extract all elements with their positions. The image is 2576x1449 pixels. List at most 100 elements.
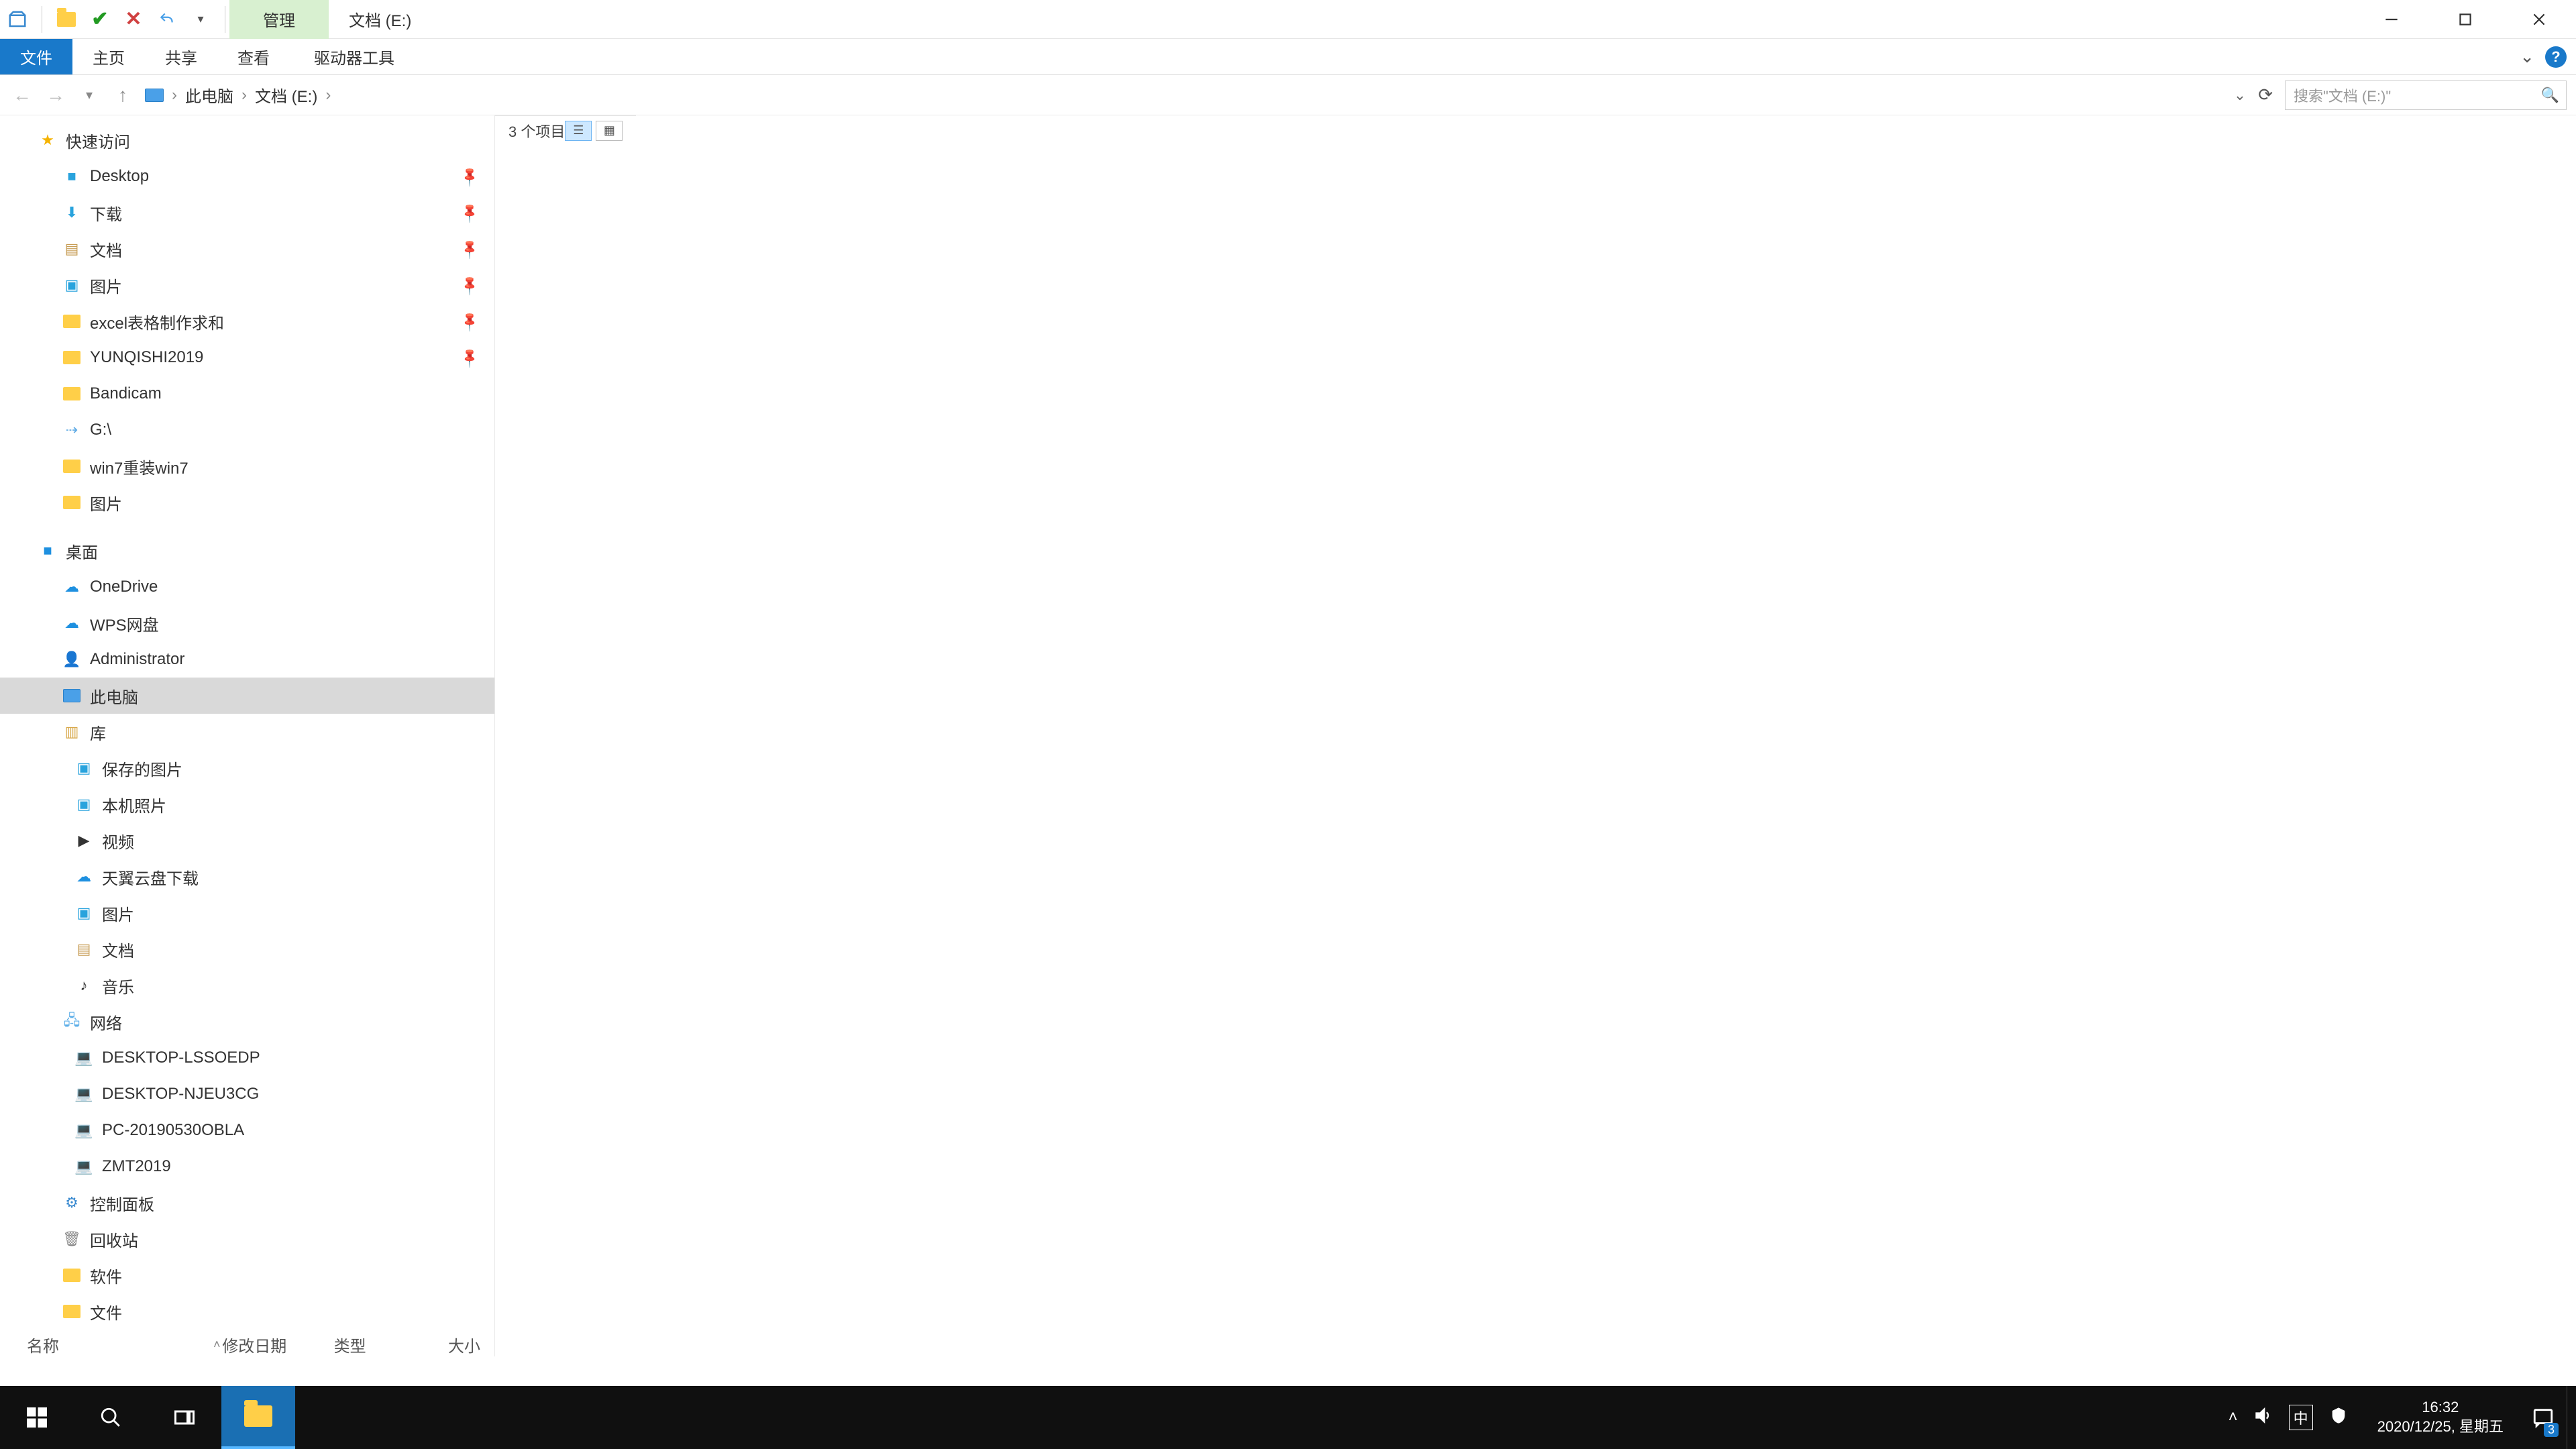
taskbar-search-button[interactable] [74, 1386, 148, 1449]
search-placeholder: 搜索"文档 (E:)" [2294, 85, 2391, 106]
nav-lib-item[interactable]: ☁天翼云盘下载 [0, 859, 494, 895]
task-view-button[interactable] [148, 1386, 221, 1449]
view-large-icons-button[interactable]: ▦ [596, 121, 623, 141]
nav-up-button[interactable]: ↑ [106, 78, 140, 112]
nav-network[interactable]: 🖧网络 [0, 1004, 494, 1040]
nav-label: ZMT2019 [102, 1157, 171, 1176]
nav-lib-item[interactable]: ▣图片 [0, 895, 494, 931]
ribbon-tab-drive-tools[interactable]: 驱动器工具 [290, 39, 419, 74]
nav-recent-item[interactable]: win7重装win7 [0, 448, 494, 484]
nav-recycle-bin[interactable]: 🗑回收站 [0, 1221, 494, 1257]
search-icon[interactable]: 🔍 [2541, 87, 2559, 104]
ribbon-tab-home[interactable]: 主页 [72, 39, 145, 74]
nav-label: 视频 [102, 829, 134, 853]
qat-delete-icon[interactable]: ✕ [120, 6, 147, 33]
nav-lib-item[interactable]: ▤文档 [0, 931, 494, 967]
nav-back-button[interactable]: ← [5, 78, 39, 112]
nav-desktop[interactable]: ■桌面 [0, 533, 494, 569]
nav-label: G:\ [90, 421, 111, 439]
action-center-button[interactable]: 3 [2520, 1386, 2567, 1449]
start-button[interactable] [0, 1386, 74, 1449]
breadcrumb-sep-icon[interactable]: › [323, 86, 333, 105]
window-title: 文档 (E:) [329, 7, 431, 31]
nav-wps[interactable]: ☁WPS网盘 [0, 605, 494, 641]
qat-properties-icon[interactable]: ✔ [87, 6, 113, 33]
nav-forward-button[interactable]: → [39, 78, 72, 112]
window-controls [2355, 0, 2576, 39]
nav-libraries[interactable]: ▥库 [0, 714, 494, 750]
nav-recent-item[interactable]: Bandicam [0, 376, 494, 412]
ribbon-tab-view[interactable]: 查看 [217, 39, 290, 74]
breadcrumb-segment[interactable]: 此电脑 [185, 83, 233, 107]
breadcrumb-segment[interactable]: 文档 (E:) [255, 83, 317, 107]
ribbon-tabs: 文件 主页 共享 查看 驱动器工具 ⌄ ? [0, 39, 2576, 75]
action-center-badge: 3 [2544, 1423, 2559, 1437]
tray-security-icon[interactable] [2329, 1406, 2348, 1430]
pin-icon: 📌 [458, 201, 482, 224]
column-header-date[interactable]: 修改日期 [222, 1333, 333, 1356]
breadcrumb-sep-icon[interactable]: › [239, 86, 250, 105]
nav-lib-item[interactable]: ▣本机照片 [0, 786, 494, 822]
ribbon-collapse-chevron-icon[interactable]: ⌄ [2520, 46, 2534, 67]
view-details-button[interactable]: ☰ [565, 121, 592, 141]
ribbon-tab-share[interactable]: 共享 [145, 39, 217, 74]
nav-quick-access[interactable]: ★快速访问 [0, 122, 494, 158]
nav-onedrive[interactable]: ☁OneDrive [0, 569, 494, 605]
minimize-button[interactable] [2355, 0, 2428, 39]
nav-lib-item[interactable]: ♪音乐 [0, 967, 494, 1004]
qat-customize-chevron-icon[interactable]: ▾ [187, 6, 214, 33]
nav-label: DESKTOP-NJEU3CG [102, 1085, 259, 1104]
nav-pinned-item[interactable]: ▣图片📌 [0, 267, 494, 303]
close-button[interactable] [2502, 0, 2576, 39]
nav-label: 图片 [102, 902, 134, 925]
nav-net-item[interactable]: 💻ZMT2019 [0, 1148, 494, 1185]
nav-folder-item[interactable]: 文件 [0, 1293, 494, 1330]
ribbon-context-tab-manage[interactable]: 管理 [229, 0, 329, 39]
nav-user[interactable]: 👤Administrator [0, 641, 494, 678]
ribbon-tab-drive-tools-label: 驱动器工具 [314, 45, 394, 68]
nav-pinned-item[interactable]: ■Desktop📌 [0, 158, 494, 195]
addr-history-chevron-icon[interactable]: ⌄ [2234, 87, 2246, 104]
nav-control-panel[interactable]: ⚙控制面板 [0, 1185, 494, 1221]
tray-ime-indicator[interactable]: 中 [2289, 1405, 2313, 1430]
qat-folder-icon[interactable] [53, 6, 80, 33]
column-header-name[interactable]: 名称 ˄ [0, 1333, 222, 1356]
nav-recent-item[interactable]: 图片 [0, 484, 494, 521]
breadcrumb-sep-icon[interactable]: › [169, 86, 180, 105]
nav-net-item[interactable]: 💻DESKTOP-NJEU3CG [0, 1076, 494, 1112]
nav-label: 快速访问 [66, 129, 130, 152]
taskbar-clock[interactable]: 16:32 2020/12/25, 星期五 [2361, 1398, 2520, 1436]
nav-pinned-item[interactable]: excel表格制作求和📌 [0, 303, 494, 339]
breadcrumb[interactable]: › 此电脑 › 文档 (E:) › [140, 83, 2234, 107]
refresh-icon[interactable]: ⟳ [2258, 85, 2273, 105]
maximize-button[interactable] [2428, 0, 2502, 39]
nav-this-pc[interactable]: 此电脑 [0, 678, 494, 714]
nav-label: YUNQISHI2019 [90, 348, 203, 367]
help-icon[interactable]: ? [2545, 46, 2567, 68]
file-list: 名称 ˄ 修改日期 类型 大小 1 2020/12/15, 星期二 1... 文… [0, 1330, 494, 1356]
tray-volume-icon[interactable] [2254, 1406, 2273, 1430]
search-input[interactable]: 搜索"文档 (E:)" 🔍 [2285, 80, 2567, 110]
column-header-label: 名称 [27, 1333, 59, 1356]
nav-pinned-item[interactable]: ▤文档📌 [0, 231, 494, 267]
nav-folder-item[interactable]: 软件 [0, 1257, 494, 1293]
column-header-size[interactable]: 大小 [428, 1333, 494, 1356]
nav-pinned-item[interactable]: ⬇下载📌 [0, 195, 494, 231]
nav-net-item[interactable]: 💻PC-20190530OBLA [0, 1112, 494, 1148]
nav-pinned-item[interactable]: YUNQISHI2019📌 [0, 339, 494, 376]
nav-recent-item[interactable]: ⇢G:\ [0, 412, 494, 448]
show-desktop-peek[interactable] [2567, 1386, 2576, 1449]
nav-lib-item[interactable]: ▶视频 [0, 822, 494, 859]
nav-net-item[interactable]: 💻DESKTOP-LSSOEDP [0, 1040, 494, 1076]
nav-recent-chevron-icon[interactable]: ▾ [72, 78, 106, 112]
nav-label: 天翼云盘下载 [102, 865, 199, 889]
taskbar-explorer-button[interactable] [221, 1386, 295, 1449]
tray-chevron-up-icon[interactable]: ˄ [2229, 1408, 2238, 1427]
qat-undo-icon[interactable] [154, 6, 180, 33]
navigation-pane[interactable]: ★快速访问 ■Desktop📌 ⬇下载📌 ▤文档📌 ▣图片📌 excel表格制作… [0, 115, 495, 1356]
nav-label: 本机照片 [102, 793, 166, 816]
nav-label: 回收站 [90, 1228, 138, 1251]
nav-lib-item[interactable]: ▣保存的图片 [0, 750, 494, 786]
ribbon-tab-file[interactable]: 文件 [0, 39, 72, 74]
column-header-type[interactable]: 类型 [334, 1333, 428, 1356]
